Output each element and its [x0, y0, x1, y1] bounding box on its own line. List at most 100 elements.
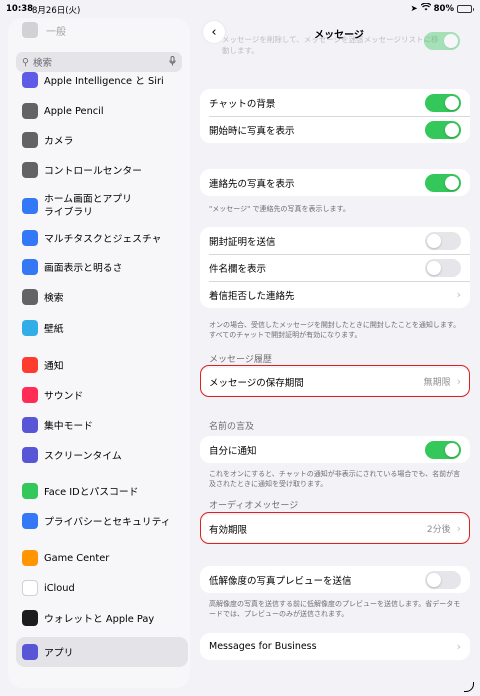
receipts-footer: オンの場合、受信したメッセージを開封したときに開封したことを通知します。すべての…: [209, 321, 461, 339]
sidebar-item-face-id[interactable]: Face IDとパスコード: [22, 483, 182, 499]
sidebar-item-search[interactable]: 検索: [22, 289, 182, 305]
brightness-icon: [22, 259, 38, 275]
sidebar-item-label: スクリーンタイム: [44, 451, 122, 462]
highlight-expire: [200, 512, 470, 544]
row-send-read-receipts[interactable]: 開封証明を送信: [200, 227, 470, 254]
chevron-right-icon: ›: [456, 640, 461, 653]
sidebar-item-general[interactable]: 一般: [22, 22, 66, 38]
location-icon: ➤: [410, 3, 418, 14]
search-placeholder: 検索: [32, 58, 52, 69]
sidebar-item-label: 画面表示と明るさ: [44, 263, 123, 274]
sidebar-item-siri[interactable]: Apple Intelligence と Siri: [22, 72, 182, 88]
name-mentions-footer: これをオンにすると、チャットの通知が非表示にされている場合でも、名前が言及された…: [209, 470, 461, 488]
read-receipts-toggle[interactable]: [425, 231, 461, 250]
sidebar-item-focus[interactable]: 集中モード: [22, 417, 182, 433]
section-header-audio: オーディオメッセージ: [209, 501, 299, 511]
nav-bar: ‹ メッセージ: [198, 18, 480, 46]
sidebar-item-apps[interactable]: アプリ: [16, 637, 188, 667]
status-bar: 10:38 8月26日(火) ➤ 80%: [0, 0, 480, 18]
sidebar-item-label: カメラ: [44, 136, 74, 147]
show-photo-toggle[interactable]: [425, 120, 461, 139]
notification-icon: [22, 357, 38, 373]
row-label: 開始時に写真を表示: [209, 125, 295, 137]
sidebar-item-label: マルチタスクとジェスチャ: [44, 234, 162, 245]
sidebar-item-game-center[interactable]: Game Center: [22, 550, 182, 566]
pencil-icon: [22, 103, 38, 119]
sidebar-item-sound[interactable]: サウンド: [22, 387, 182, 403]
row-label: 開封証明を送信: [209, 236, 276, 248]
sidebar-item-hand[interactable]: プライバシーとセキュリティ: [22, 513, 182, 529]
settings-sidebar: 一般 ⚲ 検索 Apple Intelligence と Siri Apple P…: [8, 18, 190, 688]
camera-icon: [22, 132, 38, 148]
sidebar-item-hourglass[interactable]: スクリーンタイム: [22, 447, 182, 463]
row-blocked-contacts[interactable]: 着信拒否した連絡先 ›: [200, 281, 470, 308]
multitask-icon: [22, 230, 38, 246]
sidebar-item-home-screen[interactable]: ホーム画面とアプリ ライブラリ: [22, 193, 182, 219]
contact-photos-toggle[interactable]: [425, 173, 461, 192]
siri-icon: [22, 72, 38, 88]
sidebar-item-label: サウンド: [44, 391, 84, 402]
sidebar-item-wallpaper[interactable]: 壁紙: [22, 320, 182, 336]
sidebar-item-label: Apple Intelligence と Siri: [44, 76, 164, 87]
group-receipts: 開封証明を送信 件名欄を表示 着信拒否した連絡先 ›: [200, 227, 470, 308]
face-id-icon: [22, 483, 38, 499]
wallet-icon: [22, 610, 38, 626]
hourglass-icon: [22, 447, 38, 463]
search-input[interactable]: ⚲ 検索: [16, 52, 182, 72]
low-quality-toggle[interactable]: [425, 570, 461, 589]
apps-icon: [22, 644, 38, 660]
row-notify-me[interactable]: 自分に通知: [200, 436, 470, 463]
row-show-subject[interactable]: 件名欄を表示: [200, 254, 470, 281]
sidebar-item-label: 検索: [44, 293, 64, 304]
sidebar-item-label: 集中モード: [44, 421, 93, 432]
sidebar-item-notification[interactable]: 通知: [22, 357, 182, 373]
sidebar-item-control-center[interactable]: コントロールセンター: [22, 162, 182, 178]
sidebar-item-label: Game Center: [44, 552, 110, 564]
group-background: チャットの背景 開始時に写真を表示: [200, 89, 470, 143]
battery-icon: [457, 4, 474, 13]
sidebar-item-label: プライバシーとセキュリティ: [44, 517, 171, 528]
section-header-history: メッセージ履歴: [209, 355, 272, 365]
row-messages-for-business[interactable]: Messages for Business ›: [200, 633, 470, 660]
status-date: 8月26日(火): [32, 6, 81, 16]
sidebar-item-multitask[interactable]: マルチタスクとジェスチャ: [22, 230, 182, 246]
page-title: メッセージ: [314, 30, 364, 41]
sidebar-item-camera[interactable]: カメラ: [22, 132, 182, 148]
subject-field-toggle[interactable]: [425, 258, 461, 277]
gear-icon: [22, 22, 38, 38]
row-label: Messages for Business: [209, 641, 317, 652]
contact-photos-footer: "メッセージ" で連絡先の写真を表示します。: [209, 205, 350, 213]
search-icon: [22, 289, 38, 305]
sidebar-item-label: Face IDとパスコード: [44, 487, 139, 498]
messages-settings-pane: メッセージを削除して、メッセージを迷惑メッセージリストに移動します。 ‹ メッセ…: [198, 18, 480, 696]
sidebar-item-icloud[interactable]: iCloud: [22, 580, 182, 596]
group-low-quality: 低解像度の写真プレビューを送信: [200, 566, 470, 593]
notify-me-toggle[interactable]: [425, 440, 461, 459]
sidebar-item-label: ウォレットと Apple Pay: [44, 614, 155, 625]
row-label: 着信拒否した連絡先: [209, 290, 295, 302]
row-chat-background[interactable]: チャットの背景: [200, 89, 470, 116]
sidebar-item-brightness[interactable]: 画面表示と明るさ: [22, 259, 182, 275]
sidebar-item-wallet[interactable]: ウォレットと Apple Pay: [22, 610, 182, 626]
sidebar-item-label: 通知: [44, 361, 64, 372]
row-label: チャットの背景: [209, 98, 276, 110]
control-center-icon: [22, 162, 38, 178]
chat-background-toggle[interactable]: [425, 93, 461, 112]
row-show-contact-photos[interactable]: 連絡先の写真を表示: [200, 169, 470, 196]
microphone-icon[interactable]: [169, 55, 176, 69]
low-quality-footer: 高解像度の写真を送信する前に低解像度のプレビューを送信します。省データモードでは…: [209, 600, 461, 618]
group-name-mentions: 自分に通知: [200, 436, 470, 463]
focus-icon: [22, 417, 38, 433]
row-label: 自分に通知: [209, 445, 257, 457]
highlight-keep-messages: [200, 365, 470, 397]
group-business: Messages for Business ›: [200, 633, 470, 660]
sidebar-item-label: ホーム画面とアプリ ライブラリ: [44, 194, 132, 218]
row-show-photo-on-start[interactable]: 開始時に写真を表示: [200, 116, 470, 143]
row-low-quality-preview[interactable]: 低解像度の写真プレビューを送信: [200, 566, 470, 593]
sidebar-item-label: 一般: [46, 26, 66, 38]
sidebar-item-label: コントロールセンター: [44, 166, 142, 177]
status-time: 10:38: [6, 4, 34, 14]
sidebar-item-pencil[interactable]: Apple Pencil: [22, 103, 182, 119]
hand-icon: [22, 513, 38, 529]
icloud-icon: [22, 580, 38, 596]
